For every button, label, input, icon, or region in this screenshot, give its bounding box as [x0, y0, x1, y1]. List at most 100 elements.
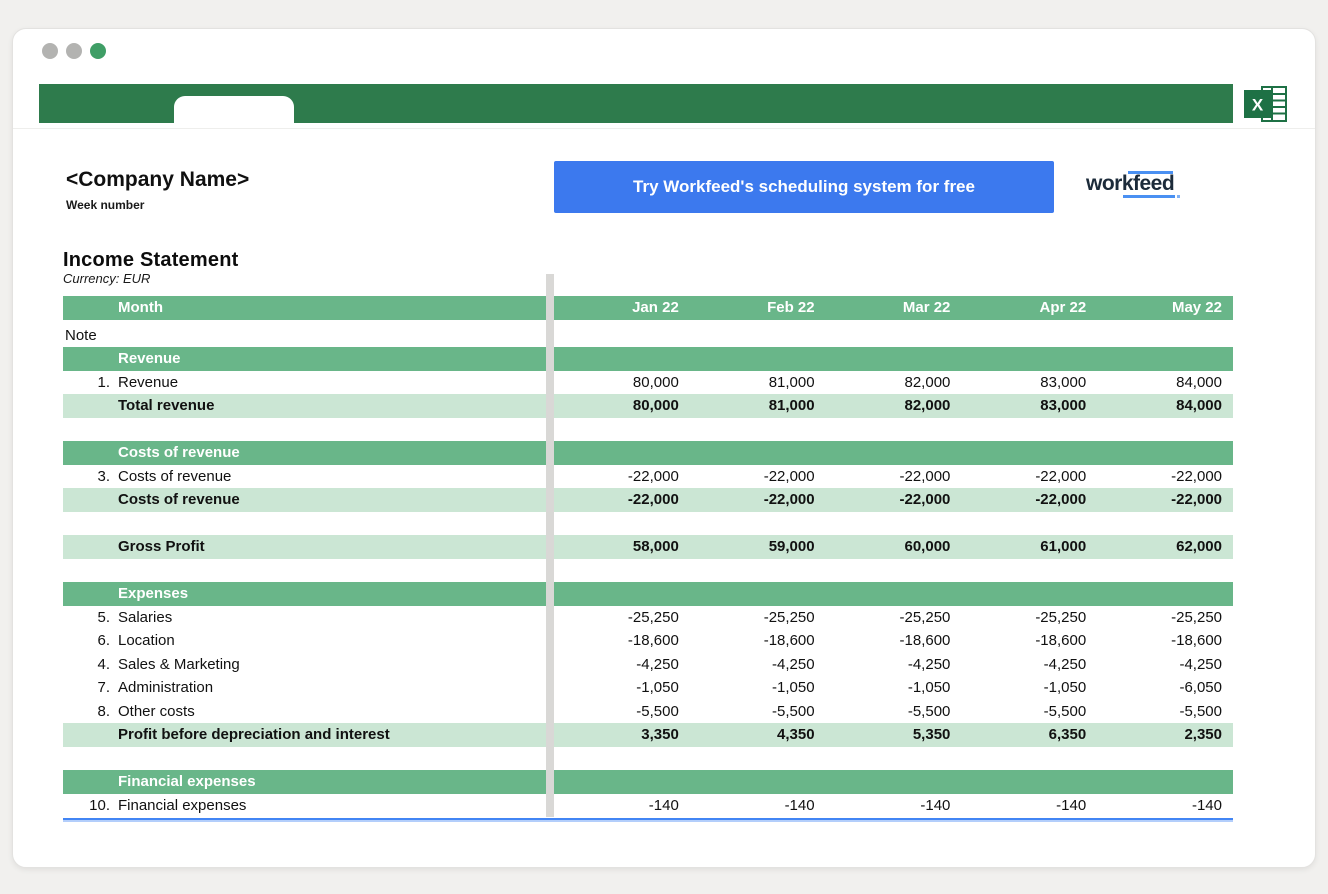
value-cell[interactable] — [690, 747, 826, 771]
row-label-cell[interactable]: 7.Administration — [63, 676, 546, 700]
value-cell[interactable]: -22,000 — [1097, 488, 1233, 512]
value-cell[interactable] — [1097, 770, 1233, 794]
value-cell[interactable] — [1097, 747, 1233, 771]
value-cell[interactable]: -22,000 — [690, 488, 826, 512]
value-cell[interactable] — [554, 770, 690, 794]
value-cell[interactable] — [1097, 582, 1233, 606]
value-cell[interactable]: 83,000 — [961, 394, 1097, 418]
value-cell[interactable]: 61,000 — [961, 535, 1097, 559]
value-cell[interactable] — [961, 559, 1097, 583]
row-label-cell[interactable]: Financial expenses — [63, 770, 546, 794]
row-label-cell[interactable]: Costs of revenue — [63, 441, 546, 465]
value-cell[interactable] — [961, 441, 1097, 465]
value-cell[interactable]: -22,000 — [554, 465, 690, 489]
value-cell[interactable] — [690, 770, 826, 794]
value-cell[interactable] — [961, 770, 1097, 794]
row-label-cell[interactable]: 3.Costs of revenue — [63, 465, 546, 489]
workfeed-logo[interactable]: workfeed — [1086, 172, 1174, 196]
row-label-cell[interactable]: Month — [63, 296, 546, 320]
value-cell[interactable]: -25,250 — [1097, 606, 1233, 630]
value-cell[interactable] — [690, 324, 826, 348]
value-cell[interactable]: 83,000 — [961, 371, 1097, 395]
value-cell[interactable] — [1097, 441, 1233, 465]
value-cell[interactable]: 82,000 — [826, 394, 962, 418]
value-cell[interactable]: -1,050 — [690, 676, 826, 700]
value-cell[interactable] — [690, 582, 826, 606]
value-cell[interactable]: 58,000 — [554, 535, 690, 559]
value-cell[interactable]: -5,500 — [690, 700, 826, 724]
value-cell[interactable]: -25,250 — [554, 606, 690, 630]
value-cell[interactable] — [826, 347, 962, 371]
value-cell[interactable]: -18,600 — [554, 629, 690, 653]
value-cell[interactable]: May 22 — [1097, 296, 1233, 320]
value-cell[interactable]: -22,000 — [1097, 465, 1233, 489]
value-cell[interactable] — [554, 747, 690, 771]
row-label-cell[interactable]: Expenses — [63, 582, 546, 606]
value-cell[interactable] — [961, 324, 1097, 348]
value-cell[interactable]: 82,000 — [826, 371, 962, 395]
value-cell[interactable]: 80,000 — [554, 371, 690, 395]
value-cell[interactable]: -22,000 — [961, 488, 1097, 512]
row-label-cell[interactable]: 4.Sales & Marketing — [63, 653, 546, 677]
window-dot-icon[interactable] — [66, 43, 82, 59]
value-cell[interactable] — [554, 418, 690, 442]
row-label-cell[interactable]: 8.Other costs — [63, 700, 546, 724]
value-cell[interactable]: 84,000 — [1097, 371, 1233, 395]
value-cell[interactable]: -25,250 — [961, 606, 1097, 630]
workfeed-cta-button[interactable]: Try Workfeed's scheduling system for fre… — [554, 161, 1054, 213]
value-cell[interactable]: 3,350 — [554, 723, 690, 747]
sheet-tab[interactable] — [174, 96, 294, 123]
value-cell[interactable]: -5,500 — [554, 700, 690, 724]
value-cell[interactable]: -140 — [690, 794, 826, 818]
value-cell[interactable] — [961, 747, 1097, 771]
value-cell[interactable]: 80,000 — [554, 394, 690, 418]
value-cell[interactable]: -22,000 — [961, 465, 1097, 489]
value-cell[interactable] — [826, 582, 962, 606]
value-cell[interactable]: 4,350 — [690, 723, 826, 747]
value-cell[interactable] — [826, 418, 962, 442]
value-cell[interactable] — [554, 582, 690, 606]
value-cell[interactable]: -25,250 — [690, 606, 826, 630]
value-cell[interactable] — [826, 441, 962, 465]
value-cell[interactable]: -18,600 — [690, 629, 826, 653]
value-cell[interactable] — [826, 559, 962, 583]
row-label-cell[interactable]: Profit before depreciation and interest — [63, 723, 546, 747]
value-cell[interactable]: -4,250 — [961, 653, 1097, 677]
row-label-cell[interactable]: Costs of revenue — [63, 488, 546, 512]
value-cell[interactable]: -140 — [554, 794, 690, 818]
value-cell[interactable]: -18,600 — [961, 629, 1097, 653]
value-cell[interactable]: -25,250 — [826, 606, 962, 630]
row-label-cell[interactable]: Total revenue — [63, 394, 546, 418]
value-cell[interactable] — [961, 347, 1097, 371]
value-cell[interactable]: 5,350 — [826, 723, 962, 747]
value-cell[interactable]: 60,000 — [826, 535, 962, 559]
value-cell[interactable]: -22,000 — [826, 488, 962, 512]
value-cell[interactable] — [1097, 347, 1233, 371]
value-cell[interactable]: 81,000 — [690, 371, 826, 395]
value-cell[interactable]: 59,000 — [690, 535, 826, 559]
value-cell[interactable] — [961, 512, 1097, 536]
value-cell[interactable] — [961, 582, 1097, 606]
value-cell[interactable]: -4,250 — [826, 653, 962, 677]
value-cell[interactable] — [690, 559, 826, 583]
value-cell[interactable]: Jan 22 — [554, 296, 690, 320]
value-cell[interactable] — [1097, 512, 1233, 536]
value-cell[interactable]: Mar 22 — [826, 296, 962, 320]
row-label-cell[interactable]: Note — [63, 324, 546, 348]
excel-icon[interactable]: X — [1244, 85, 1288, 123]
value-cell[interactable] — [826, 324, 962, 348]
value-cell[interactable]: -5,500 — [826, 700, 962, 724]
value-cell[interactable]: 62,000 — [1097, 535, 1233, 559]
row-label-cell[interactable]: 10.Financial expenses — [63, 794, 546, 818]
value-cell[interactable]: -4,250 — [690, 653, 826, 677]
value-cell[interactable]: -1,050 — [826, 676, 962, 700]
value-cell[interactable] — [690, 512, 826, 536]
value-cell[interactable] — [826, 512, 962, 536]
value-cell[interactable]: -22,000 — [554, 488, 690, 512]
window-dot-icon[interactable] — [42, 43, 58, 59]
value-cell[interactable]: -22,000 — [690, 465, 826, 489]
row-label-cell[interactable]: 6.Location — [63, 629, 546, 653]
value-cell[interactable]: -6,050 — [1097, 676, 1233, 700]
value-cell[interactable] — [826, 770, 962, 794]
value-cell[interactable]: -18,600 — [1097, 629, 1233, 653]
